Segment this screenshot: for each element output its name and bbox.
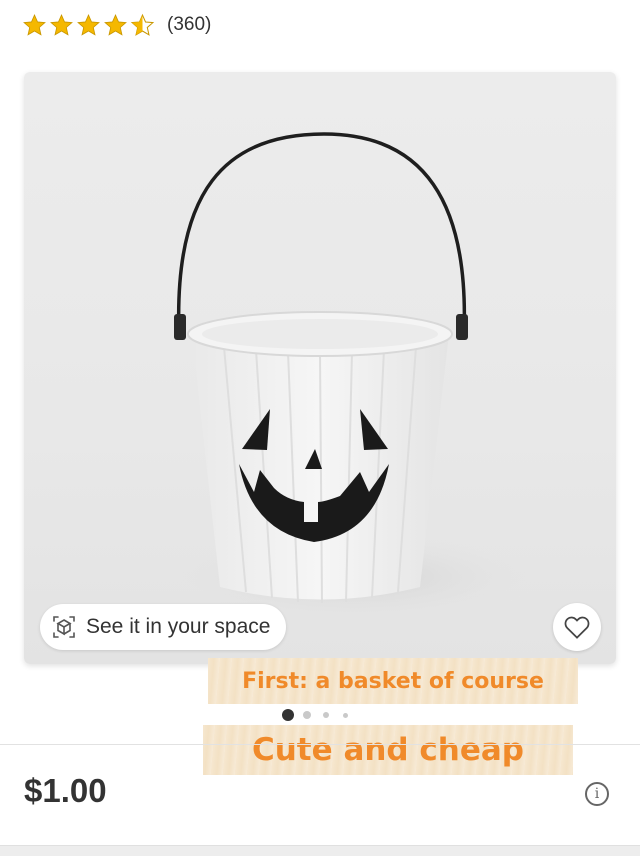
divider	[0, 744, 640, 745]
star-full-icon	[50, 13, 73, 36]
product-image-card[interactable]: See it in your space	[24, 72, 616, 664]
heart-outline-icon	[564, 616, 590, 639]
carousel-dot[interactable]	[303, 711, 311, 719]
star-half-icon	[130, 13, 155, 36]
see-in-your-space-label: See it in your space	[86, 615, 271, 638]
carousel-dot[interactable]	[343, 712, 348, 718]
star-full-icon	[77, 13, 100, 36]
bottom-band	[0, 845, 640, 856]
star-full-icon	[23, 13, 46, 36]
review-count[interactable]: (360)	[167, 14, 211, 36]
overlay-caption-basket: First: a basket of course	[208, 658, 578, 704]
info-icon[interactable]: i	[585, 782, 609, 806]
star-full-icon	[104, 13, 127, 36]
see-in-your-space-button[interactable]: See it in your space	[40, 604, 287, 650]
image-carousel-dots[interactable]	[282, 709, 348, 721]
rating-row[interactable]: (360)	[22, 10, 211, 40]
carousel-dot-active[interactable]	[282, 709, 294, 721]
augmented-reality-cube-icon	[53, 616, 75, 638]
product-photo	[164, 132, 544, 622]
favorite-button[interactable]	[553, 603, 601, 651]
carousel-dot[interactable]	[323, 712, 329, 718]
product-price: $1.00	[24, 772, 107, 809]
star-rating	[22, 13, 155, 38]
overlay-caption-cute-cheap: Cute and cheap	[203, 725, 573, 775]
